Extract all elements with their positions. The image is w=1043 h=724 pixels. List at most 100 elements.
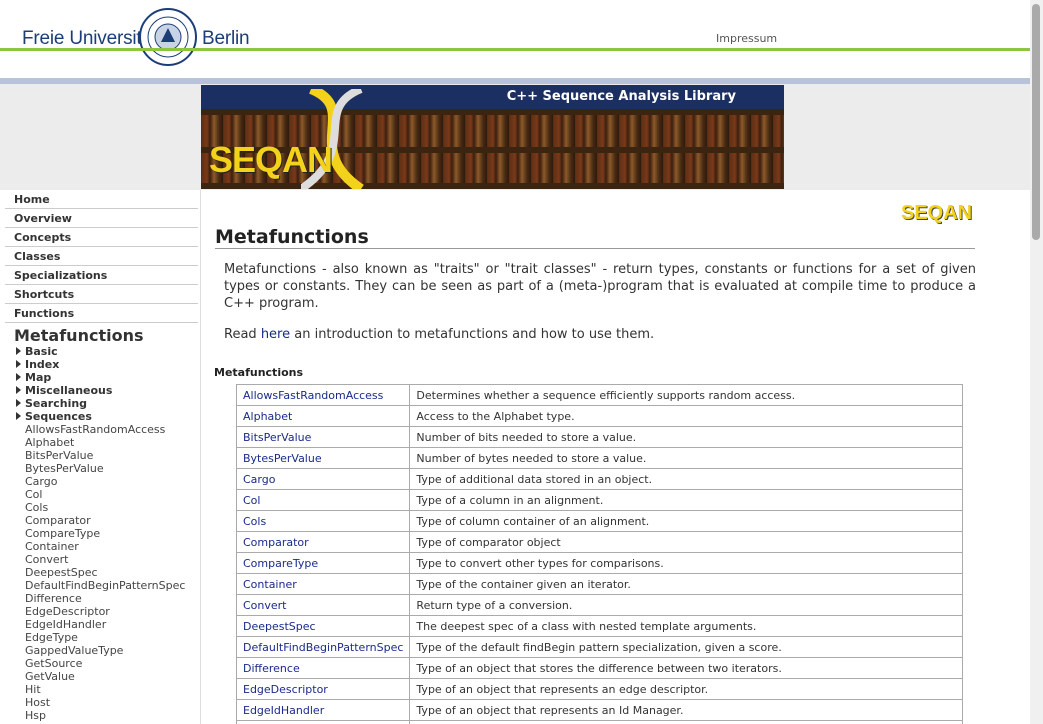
metafunction-link[interactable]: DefaultFindBeginPatternSpec — [235, 636, 411, 658]
sidebar-link[interactable]: DeepestSpec — [25, 566, 200, 579]
metafunction-description: Access to the Alphabet type. — [409, 405, 963, 427]
table-row — [235, 720, 963, 724]
sidebar-link[interactable]: Cargo — [25, 475, 200, 488]
sidebar-category[interactable]: Map — [16, 371, 200, 384]
metafunction-description: Number of bytes needed to store a value. — [409, 447, 963, 469]
nav-item-classes[interactable]: Classes — [5, 247, 198, 266]
metafunction-description: Return type of a conversion. — [409, 594, 963, 616]
metafunction-link[interactable] — [235, 720, 411, 724]
nav-item-shortcuts[interactable]: Shortcuts — [5, 285, 198, 304]
sidebar-category-label: Index — [25, 358, 60, 371]
sidebar-link[interactable]: CompareType — [25, 527, 200, 540]
nav-item-home[interactable]: Home — [5, 190, 198, 209]
bookshelf-image: SEQAN — [201, 89, 784, 189]
sidebar-category[interactable]: Basic — [16, 345, 200, 358]
sidebar-link[interactable]: GetValue — [25, 670, 200, 683]
sidebar-category[interactable]: Miscellaneous — [16, 384, 200, 397]
table-row: AllowsFastRandomAccess Determines whether… — [235, 384, 963, 406]
expand-triangle-icon — [16, 412, 21, 420]
nav-item-specializations[interactable]: Specializations — [5, 266, 198, 285]
metafunction-link[interactable]: DeepestSpec — [235, 615, 411, 637]
read-prefix: Read — [224, 327, 261, 342]
sidebar-link[interactable]: Comparator — [25, 514, 200, 527]
main-content: SEQAN Metafunctions Metafunctions - also… — [201, 190, 1030, 724]
metafunction-link[interactable]: EdgeIdHandler — [235, 699, 411, 721]
scrollbar-thumb[interactable] — [1032, 4, 1040, 240]
metafunction-link[interactable]: AllowsFastRandomAccess — [235, 384, 411, 406]
metafunction-description: Type of the default findBegin pattern sp… — [409, 636, 963, 658]
table-row: Comparator Type of comparator object — [235, 531, 963, 553]
sidebar-link[interactable]: GetSource — [25, 657, 200, 670]
table-heading: Metafunctions — [214, 366, 304, 379]
sidebar-category-label: Miscellaneous — [25, 384, 113, 397]
impressum-link[interactable]: Impressum — [716, 32, 777, 45]
metafunction-link[interactable]: Difference — [235, 657, 411, 679]
read-suffix: an introduction to metafunctions and how… — [290, 327, 655, 342]
sidebar-link[interactable]: Container — [25, 540, 200, 553]
nav-item-functions[interactable]: Functions — [5, 304, 198, 323]
sidebar-link[interactable]: Host — [25, 696, 200, 709]
expand-triangle-icon — [16, 386, 21, 394]
sidebar-link[interactable]: EdgeType — [25, 631, 200, 644]
metafunctions-table: AllowsFastRandomAccess Determines whether… — [235, 384, 963, 724]
metafunction-link[interactable]: Cargo — [235, 468, 411, 490]
sidebar-link[interactable]: Col — [25, 488, 200, 501]
sidebar-link[interactable]: DefaultFindBeginPatternSpec — [25, 579, 200, 592]
metafunction-link[interactable]: Cols — [235, 510, 411, 532]
metafunction-link[interactable]: BytesPerValue — [235, 447, 411, 469]
metafunction-description: Number of bits needed to store a value. — [409, 426, 963, 448]
sidebar-link[interactable]: Alphabet — [25, 436, 200, 449]
sidebar-link[interactable]: Hsp — [25, 709, 200, 722]
sidebar-link[interactable]: EdgeIdHandler — [25, 618, 200, 631]
sidebar-category-label: Map — [25, 371, 52, 384]
metafunction-description: Type of the container given an iterator. — [409, 573, 963, 595]
table-row: Difference Type of an object that stores … — [235, 657, 963, 679]
nav-item-overview[interactable]: Overview — [5, 209, 198, 228]
metafunction-description: Type of an object that represents an Id … — [409, 699, 963, 721]
green-divider — [0, 48, 1030, 51]
sidebar-link[interactable]: GappedValueType — [25, 644, 200, 657]
sidebar-category[interactable]: Searching — [16, 397, 200, 410]
table-row: DefaultFindBeginPatternSpec Type of the d… — [235, 636, 963, 658]
top-header: Freie Universität Berlin Impressum — [0, 0, 1030, 85]
here-link[interactable]: here — [261, 327, 290, 342]
sidebar-link[interactable]: BytesPerValue — [25, 462, 200, 475]
sidebar-category[interactable]: Index — [16, 358, 200, 371]
nav-item-concepts[interactable]: Concepts — [5, 228, 198, 247]
university-name-left: Freie Universität — [22, 28, 157, 49]
metafunction-link[interactable]: CompareType — [235, 552, 411, 574]
university-seal-icon — [139, 8, 197, 66]
expand-triangle-icon — [16, 347, 21, 355]
metafunction-description: Determines whether a sequence efficientl… — [409, 384, 963, 406]
metafunction-description: Type of an object that represents an edg… — [409, 678, 963, 700]
table-row: Alphabet Access to the Alphabet type. — [235, 405, 963, 427]
sidebar-link[interactable]: Cols — [25, 501, 200, 514]
scrollbar[interactable] — [1030, 0, 1043, 724]
sidebar-category[interactable]: Sequences — [16, 410, 200, 423]
metafunction-link[interactable]: Convert — [235, 594, 411, 616]
table-row: BitsPerValue Number of bits needed to sto… — [235, 426, 963, 448]
sidebar-link[interactable]: Difference — [25, 592, 200, 605]
sidebar-link[interactable]: EdgeDescriptor — [25, 605, 200, 618]
metafunction-description: Type of an object that stores the differ… — [409, 657, 963, 679]
metafunction-link[interactable]: Col — [235, 489, 411, 511]
table-row: Cargo Type of additional data stored in a… — [235, 468, 963, 490]
metafunction-description: Type of a column in an alignment. — [409, 489, 963, 511]
metafunction-link[interactable]: Alphabet — [235, 405, 411, 427]
metafunction-link[interactable]: BitsPerValue — [235, 426, 411, 448]
sidebar-link[interactable]: AllowsFastRandomAccess — [25, 423, 200, 436]
table-row: DeepestSpec The deepest spec of a class w… — [235, 615, 963, 637]
table-row: Cols Type of column container of an align… — [235, 510, 963, 532]
seqan-banner: C++ Sequence Analysis Library SEQAN — [201, 85, 784, 189]
metafunction-link[interactable]: Container — [235, 573, 411, 595]
sidebar-link[interactable]: Hit — [25, 683, 200, 696]
sidebar-category-label: Sequences — [25, 410, 92, 423]
metafunction-description — [409, 720, 963, 724]
metafunction-link[interactable]: EdgeDescriptor — [235, 678, 411, 700]
metafunction-description: Type of comparator object — [409, 531, 963, 553]
sidebar-link[interactable]: Convert — [25, 553, 200, 566]
sidebar-title: Metafunctions — [14, 326, 144, 345]
metafunction-link[interactable]: Comparator — [235, 531, 411, 553]
page-title: Metafunctions — [215, 226, 369, 248]
sidebar-link[interactable]: BitsPerValue — [25, 449, 200, 462]
